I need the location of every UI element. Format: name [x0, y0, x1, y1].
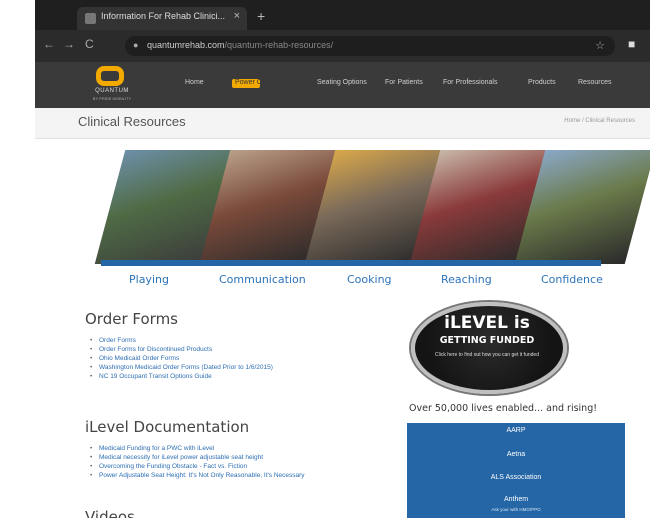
logo-text: QUANTUM	[95, 88, 129, 94]
ilevel-funded-badge[interactable]: iLEVEL is GETTING FUNDED Click here to f…	[409, 298, 567, 396]
banner-label-confidence: Confidence	[541, 273, 603, 286]
banner-label-communication: Communication	[219, 273, 306, 286]
page-title: Clinical Resources	[78, 114, 186, 129]
banner-label-playing: Playing	[129, 273, 169, 286]
list-item[interactable]: Power Adjustable Seat Height: It's Not O…	[87, 471, 305, 480]
forward-icon[interactable]: →	[63, 37, 75, 51]
ilevel-documentation-list: Medicaid Funding for a PWC with iLevel M…	[87, 444, 305, 480]
nav-item-power-chairs[interactable]: Power Chairs	[235, 79, 277, 86]
funders-box: AARP Aetna ALS Association Anthem Ask yo…	[407, 423, 625, 518]
favicon-icon	[85, 13, 96, 24]
list-item[interactable]: Overcoming the Funding Obstacle - Fact v…	[87, 462, 305, 471]
back-icon[interactable]: ←	[43, 37, 55, 51]
list-item[interactable]: Order Forms	[87, 336, 273, 345]
funder-item[interactable]: Aetna	[407, 451, 625, 458]
nav-item-home[interactable]: Home	[185, 79, 204, 86]
bookmark-star-icon[interactable]: ☆	[595, 39, 605, 52]
breadcrumb[interactable]: Home / Clinical Resources	[564, 118, 635, 124]
browser-tab[interactable]: Information For Rehab Clinici... ×	[77, 7, 247, 30]
nav-item-products[interactable]: Products	[528, 79, 556, 86]
badge-title: iLEVEL is	[444, 313, 530, 333]
page-header-bar: Clinical Resources Home / Clinical Resou…	[35, 108, 650, 139]
tab-strip: Information For Rehab Clinici... × +	[35, 0, 650, 30]
list-item[interactable]: Medical necessity for iLevel power adjus…	[87, 453, 305, 462]
tagline: Over 50,000 lives enabled... and rising!	[409, 403, 598, 414]
url-domain: quantumrehab.com	[147, 40, 225, 50]
funder-subtext: Ask your with HMO/PPO	[491, 507, 541, 512]
banner-label-cooking: Cooking	[347, 273, 392, 286]
badge-caption: Click here to find out how you can get i…	[435, 352, 539, 358]
banner-base-stripe	[101, 260, 601, 266]
left-margin	[0, 0, 35, 518]
list-item[interactable]: Ohio Medicaid Order Forms	[87, 354, 273, 363]
logo-subtext: BY PRIDE MOBILITY	[92, 96, 132, 101]
quantum-logo[interactable]: QUANTUM BY PRIDE MOBILITY	[92, 66, 132, 104]
url-text: quantumrehab.com/quantum-rehab-resources…	[147, 40, 333, 50]
order-forms-list: Order Forms Order Forms for Discontinued…	[87, 336, 273, 381]
address-bar[interactable]: ● quantumrehab.com/quantum-rehab-resourc…	[125, 36, 615, 56]
list-item[interactable]: Order Forms for Discontinued Products	[87, 345, 273, 354]
list-item[interactable]: NC 19 Occupant Transit Options Guide	[87, 372, 273, 381]
logo-mark-icon	[96, 66, 124, 86]
new-tab-icon[interactable]: +	[257, 8, 265, 24]
badge-subtitle: GETTING FUNDED	[439, 335, 535, 346]
screenshot: Information For Rehab Clinici... × + ← →…	[0, 0, 650, 518]
browser-toolbar: ← → C ● quantumrehab.com/quantum-rehab-r…	[35, 30, 650, 62]
order-forms-heading: Order Forms	[85, 310, 178, 328]
nav-item-for-professionals[interactable]: For Professionals	[443, 79, 497, 86]
site-header: QUANTUM BY PRIDE MOBILITY Home Power Cha…	[35, 62, 650, 108]
list-item[interactable]: Medicaid Funding for a PWC with iLevel	[87, 444, 305, 453]
nav-item-resources[interactable]: Resources	[578, 79, 611, 86]
extension-icon[interactable]: ■	[628, 37, 635, 51]
close-icon[interactable]: ×	[234, 10, 240, 22]
browser-window: Information For Rehab Clinici... × + ← →…	[35, 0, 650, 518]
url-path: /quantum-rehab-resources/	[224, 40, 334, 50]
ilevel-documentation-heading: iLevel Documentation	[85, 418, 250, 436]
nav-item-seating-options[interactable]: Seating Options	[317, 79, 367, 86]
lifestyle-banner: Playing Communication Cooking Reaching C…	[94, 150, 650, 290]
videos-heading: Videos	[85, 508, 135, 518]
banner-label-reaching: Reaching	[441, 273, 492, 286]
reload-icon[interactable]: C	[85, 37, 94, 51]
funder-item[interactable]: Anthem	[407, 496, 625, 503]
nav-item-for-patients[interactable]: For Patients	[385, 79, 423, 86]
funder-item[interactable]: ALS Association	[407, 474, 625, 481]
list-item[interactable]: Washington Medicaid Order Forms (Dated P…	[87, 363, 273, 372]
lock-icon: ●	[133, 40, 139, 50]
funder-item[interactable]: AARP	[407, 427, 625, 434]
tab-title: Information For Rehab Clinici...	[101, 11, 226, 21]
